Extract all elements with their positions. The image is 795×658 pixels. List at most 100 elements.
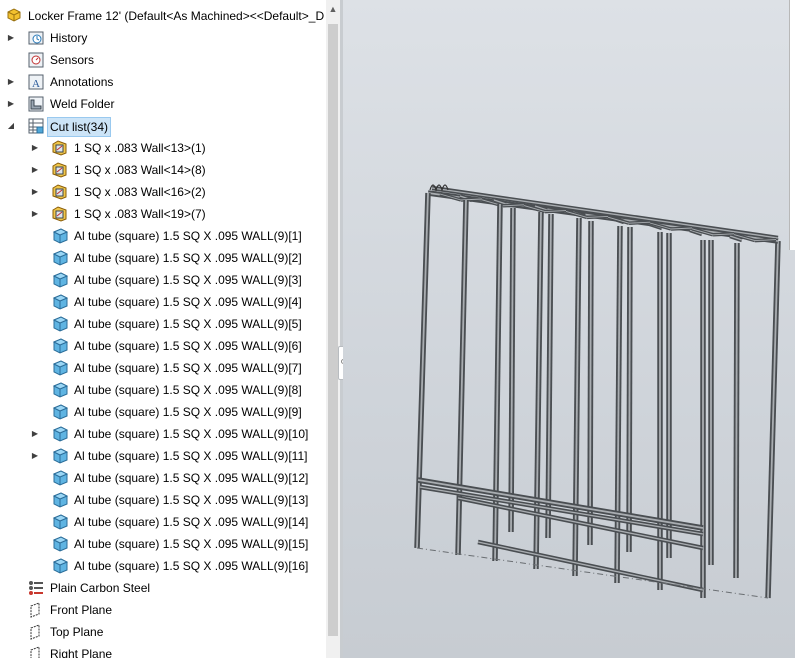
expand-arrow-icon[interactable]: ▶ <box>6 71 16 93</box>
tree-scrollbar[interactable]: ▲ <box>326 0 340 658</box>
collapse-arrow-icon[interactable]: ◢ <box>6 115 16 137</box>
tree-item-label: Al tube (square) 1.5 SQ X .095 WALL(9)[7… <box>74 361 302 375</box>
tree-item-label: Al tube (square) 1.5 SQ X .095 WALL(9)[2… <box>74 251 302 265</box>
tree-root-row[interactable]: Locker Frame 12' (Default<As Machined><<… <box>0 5 326 27</box>
tree-item-label: Al tube (square) 1.5 SQ X .095 WALL(9)[1… <box>74 559 309 573</box>
graphics-viewport[interactable] <box>343 0 795 658</box>
weld-folder-icon <box>28 96 44 112</box>
tree-item-label: Al tube (square) 1.5 SQ X .095 WALL(9)[1… <box>74 493 309 507</box>
tree-item[interactable]: Al tube (square) 1.5 SQ X .095 WALL(9)[1… <box>0 225 326 247</box>
tree-item-label: Al tube (square) 1.5 SQ X .095 WALL(9)[1… <box>74 537 309 551</box>
tree-item[interactable]: Al tube (square) 1.5 SQ X .095 WALL(9)[1… <box>0 533 326 555</box>
solid-body-icon <box>52 404 69 420</box>
tree-item[interactable]: Al tube (square) 1.5 SQ X .095 WALL(9)[1… <box>0 467 326 489</box>
tree-item-label: Front Plane <box>50 603 113 617</box>
scroll-up-arrow-icon[interactable]: ▲ <box>328 2 338 16</box>
tree-item[interactable]: Al tube (square) 1.5 SQ X .095 WALL(9)[8… <box>0 379 326 401</box>
tree-item-label: Annotations <box>50 75 114 89</box>
solid-body-icon <box>52 426 69 442</box>
back-upright-7[interactable] <box>765 240 781 599</box>
tree-item[interactable]: ▶ 1 SQ x .083 Wall<13>(1) <box>0 137 326 159</box>
back-upright-0[interactable] <box>508 207 516 533</box>
plane-icon <box>28 624 44 640</box>
tree-item[interactable]: Al tube (square) 1.5 SQ X .095 WALL(9)[7… <box>0 357 326 379</box>
back-upright-1[interactable] <box>545 213 554 539</box>
tree-item[interactable]: ▶ A Annotations <box>0 71 326 93</box>
top-truss-b-7[interactable] <box>754 237 777 243</box>
weldment-body-icon <box>52 184 68 200</box>
top-truss-b-4[interactable] <box>628 220 651 225</box>
solid-body-icon <box>52 536 69 552</box>
tree-item[interactable]: Al tube (square) 1.5 SQ X .095 WALL(9)[1… <box>0 489 326 511</box>
solid-body-icon <box>52 448 69 464</box>
top-truss-b-5[interactable] <box>670 226 693 231</box>
cut-list-icon <box>28 118 44 134</box>
top-truss-b-3[interactable] <box>586 214 609 220</box>
history-icon <box>28 30 44 46</box>
top-truss-b-1[interactable] <box>502 203 525 208</box>
top-truss-b-2[interactable] <box>544 208 567 214</box>
scroll-thumb[interactable] <box>328 24 338 636</box>
tree-item[interactable]: Al tube (square) 1.5 SQ X .095 WALL(9)[2… <box>0 247 326 269</box>
solid-body-icon <box>52 558 69 574</box>
tree-item-label: Al tube (square) 1.5 SQ X .095 WALL(9)[9… <box>74 405 302 419</box>
tree-item-label: Al tube (square) 1.5 SQ X .095 WALL(9)[1… <box>74 471 309 485</box>
solid-body-icon <box>52 514 69 530</box>
tree-item[interactable]: ▶ 1 SQ x .083 Wall<19>(7) <box>0 203 326 225</box>
expand-arrow-icon[interactable]: ▶ <box>6 93 16 115</box>
tree-item[interactable]: Sensors <box>0 49 326 71</box>
feature-manager-tree: Locker Frame 12' (Default<As Machined><<… <box>0 0 340 658</box>
tree-item[interactable]: Al tube (square) 1.5 SQ X .095 WALL(9)[9… <box>0 401 326 423</box>
locker-frame-model[interactable] <box>343 0 795 658</box>
expand-arrow-icon[interactable]: ▶ <box>30 423 40 445</box>
plane-icon <box>28 602 44 618</box>
weldment-body-icon <box>52 206 68 222</box>
expand-arrow-icon[interactable]: ▶ <box>30 203 40 225</box>
solid-body-icon <box>52 228 69 244</box>
back-upright-3[interactable] <box>626 226 633 553</box>
solid-body-icon <box>52 470 69 486</box>
tree-item[interactable]: ▶ Weld Folder <box>0 93 326 115</box>
back-upright-6[interactable] <box>733 242 740 579</box>
tree-item[interactable]: ▶ Al tube (square) 1.5 SQ X .095 WALL(9)[… <box>0 423 326 445</box>
tree-item-label: 1 SQ x .083 Wall<14>(8) <box>74 163 206 177</box>
tree-item-label: History <box>50 31 88 45</box>
front-upright-1[interactable] <box>455 199 469 556</box>
tree-item-label: Al tube (square) 1.5 SQ X .095 WALL(9)[8… <box>74 383 302 397</box>
tree-item[interactable]: ▶ 1 SQ x .083 Wall<16>(2) <box>0 181 326 203</box>
tree-item-label: Al tube (square) 1.5 SQ X .095 WALL(9)[1… <box>74 229 302 243</box>
expand-arrow-icon[interactable]: ▶ <box>6 27 16 49</box>
tree-item[interactable]: Al tube (square) 1.5 SQ X .095 WALL(9)[5… <box>0 313 326 335</box>
back-upright-2[interactable] <box>587 220 594 546</box>
expand-arrow-icon[interactable]: ▶ <box>30 159 40 181</box>
tree-item[interactable]: Al tube (square) 1.5 SQ X .095 WALL(9)[6… <box>0 335 326 357</box>
material-icon <box>28 580 44 596</box>
top-truss-b-6[interactable] <box>712 232 735 237</box>
tree-item[interactable]: ◢ Cut list(34) <box>0 115 326 137</box>
tree-item[interactable]: Front Plane <box>0 599 326 621</box>
part-icon <box>6 7 22 23</box>
expand-arrow-icon[interactable]: ▶ <box>30 181 40 203</box>
top-rail-back[interactable] <box>431 185 779 241</box>
tree-item[interactable]: Al tube (square) 1.5 SQ X .095 WALL(9)[1… <box>0 555 326 577</box>
tree-root-label: Locker Frame 12' (Default<As Machined><<… <box>28 9 325 23</box>
weldment-body-icon <box>52 140 68 156</box>
solid-body-icon <box>52 360 69 376</box>
tree-item[interactable]: Al tube (square) 1.5 SQ X .095 WALL(9)[1… <box>0 511 326 533</box>
tree-item-label: Al tube (square) 1.5 SQ X .095 WALL(9)[1… <box>74 427 309 441</box>
tree-item-label: Plain Carbon Steel <box>50 581 151 595</box>
expand-arrow-icon[interactable]: ▶ <box>30 445 40 467</box>
tree-item[interactable]: Top Plane <box>0 621 326 643</box>
tree-item-label: Al tube (square) 1.5 SQ X .095 WALL(9)[4… <box>74 295 302 309</box>
tree-item[interactable]: ▶ History <box>0 27 326 49</box>
tree-item[interactable]: Plain Carbon Steel <box>0 577 326 599</box>
front-upright-0[interactable] <box>414 192 431 549</box>
tree-item[interactable]: Al tube (square) 1.5 SQ X .095 WALL(9)[4… <box>0 291 326 313</box>
top-truss-b-0[interactable] <box>460 197 483 202</box>
tree-item[interactable]: ▶ 1 SQ x .083 Wall<14>(8) <box>0 159 326 181</box>
tree-item-label: Al tube (square) 1.5 SQ X .095 WALL(9)[3… <box>74 273 302 287</box>
expand-arrow-icon[interactable]: ▶ <box>30 137 40 159</box>
tree-item[interactable]: ▶ Al tube (square) 1.5 SQ X .095 WALL(9)[… <box>0 445 326 467</box>
tree-item[interactable]: Right Plane <box>0 643 326 658</box>
tree-item[interactable]: Al tube (square) 1.5 SQ X .095 WALL(9)[3… <box>0 269 326 291</box>
